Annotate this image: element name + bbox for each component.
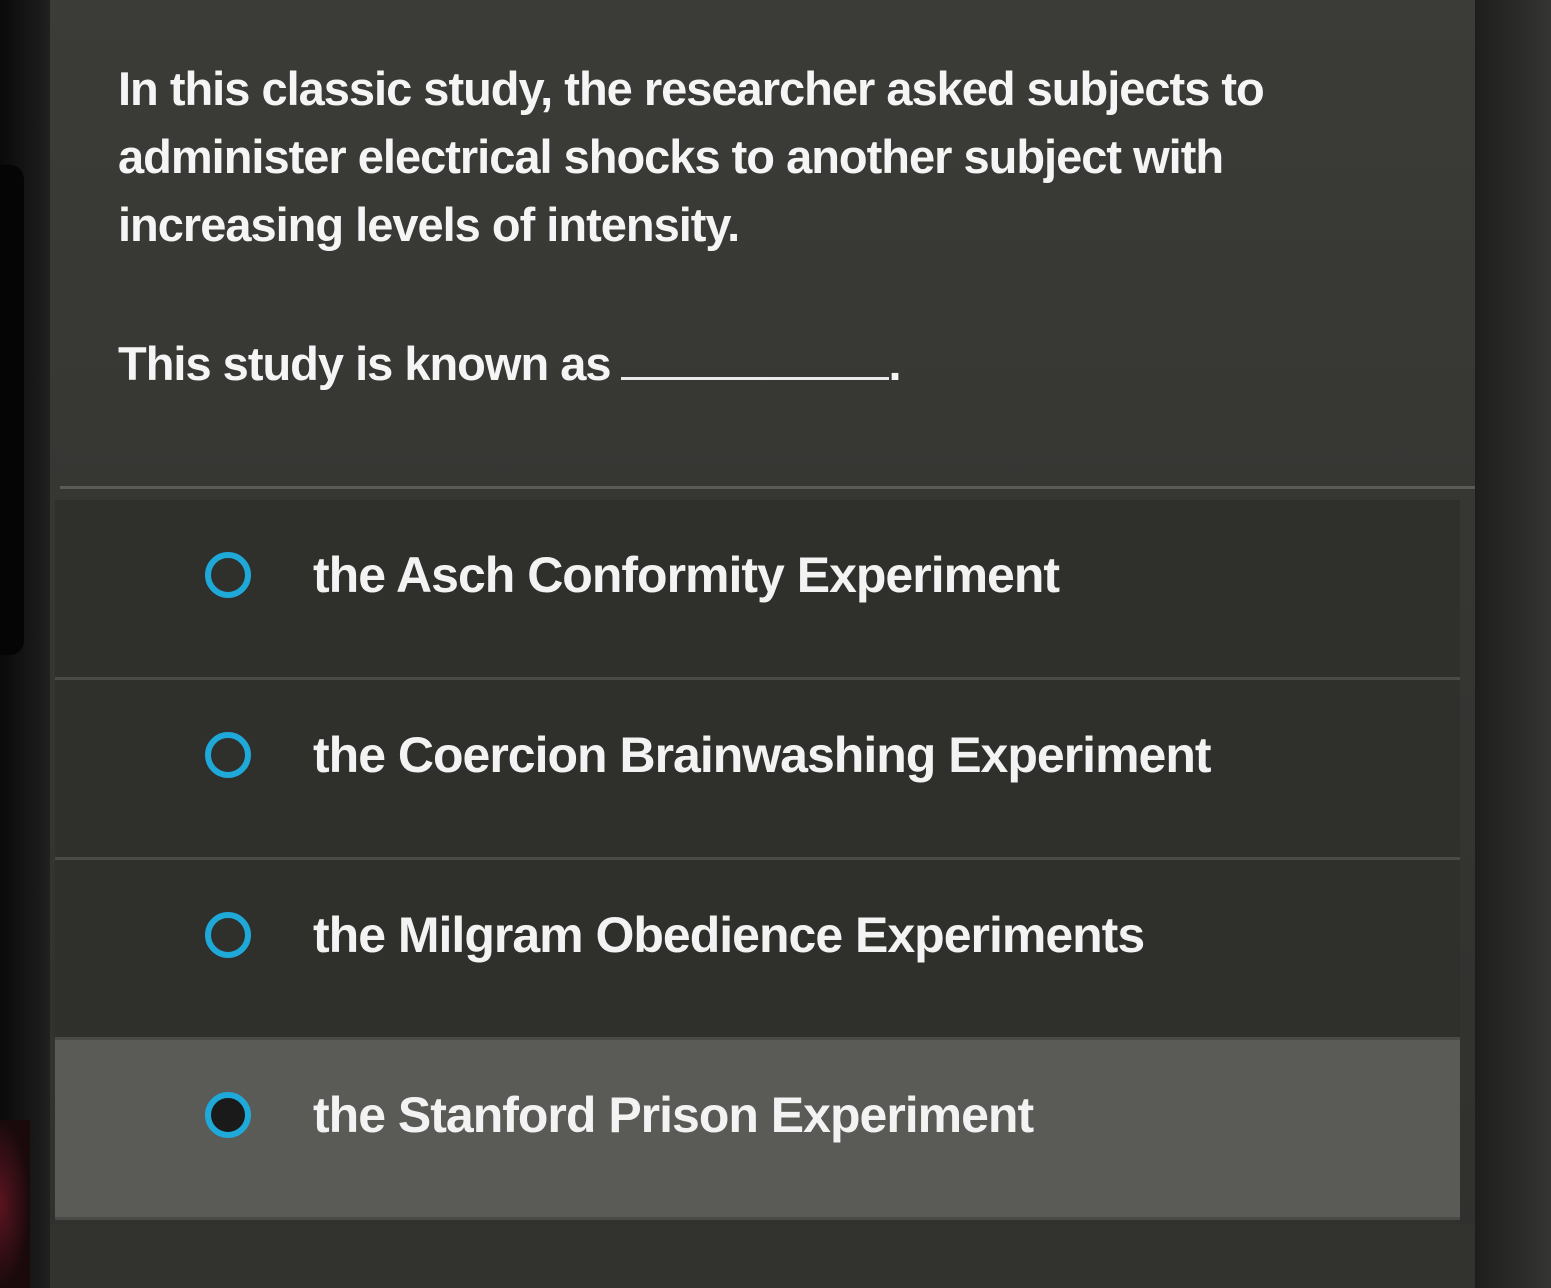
bezel-glow (0, 1120, 30, 1288)
prompt-period: . (888, 337, 902, 390)
question-prompt: This study is known as. (118, 330, 902, 398)
answer-options: the Asch Conformity Experiment the Coerc… (55, 500, 1460, 1220)
radio-button-icon[interactable] (205, 732, 251, 778)
divider (60, 486, 1475, 489)
device-bezel-right (1475, 0, 1551, 1288)
question-text: In this classic study, the researcher as… (118, 62, 1265, 251)
option-milgram[interactable]: the Milgram Obedience Experiments (55, 860, 1460, 1040)
option-label: the Asch Conformity Experiment (313, 547, 1060, 603)
prompt-text: This study is known as (118, 337, 611, 390)
option-stanford[interactable]: the Stanford Prison Experiment (55, 1040, 1460, 1220)
fill-in-blank (620, 337, 889, 380)
option-asch[interactable]: the Asch Conformity Experiment (55, 500, 1460, 680)
option-label: the Milgram Obedience Experiments (313, 907, 1145, 963)
bottom-area (50, 1225, 1475, 1288)
option-coercion[interactable]: the Coercion Brainwashing Experiment (55, 680, 1460, 860)
radio-button-icon[interactable] (205, 1092, 251, 1138)
quiz-screen: In this classic study, the researcher as… (50, 0, 1475, 1288)
radio-button-icon[interactable] (205, 552, 251, 598)
option-label: the Coercion Brainwashing Experiment (313, 727, 1212, 783)
radio-button-icon[interactable] (205, 912, 251, 958)
option-label: the Stanford Prison Experiment (313, 1087, 1034, 1143)
bezel-notch (0, 165, 24, 655)
